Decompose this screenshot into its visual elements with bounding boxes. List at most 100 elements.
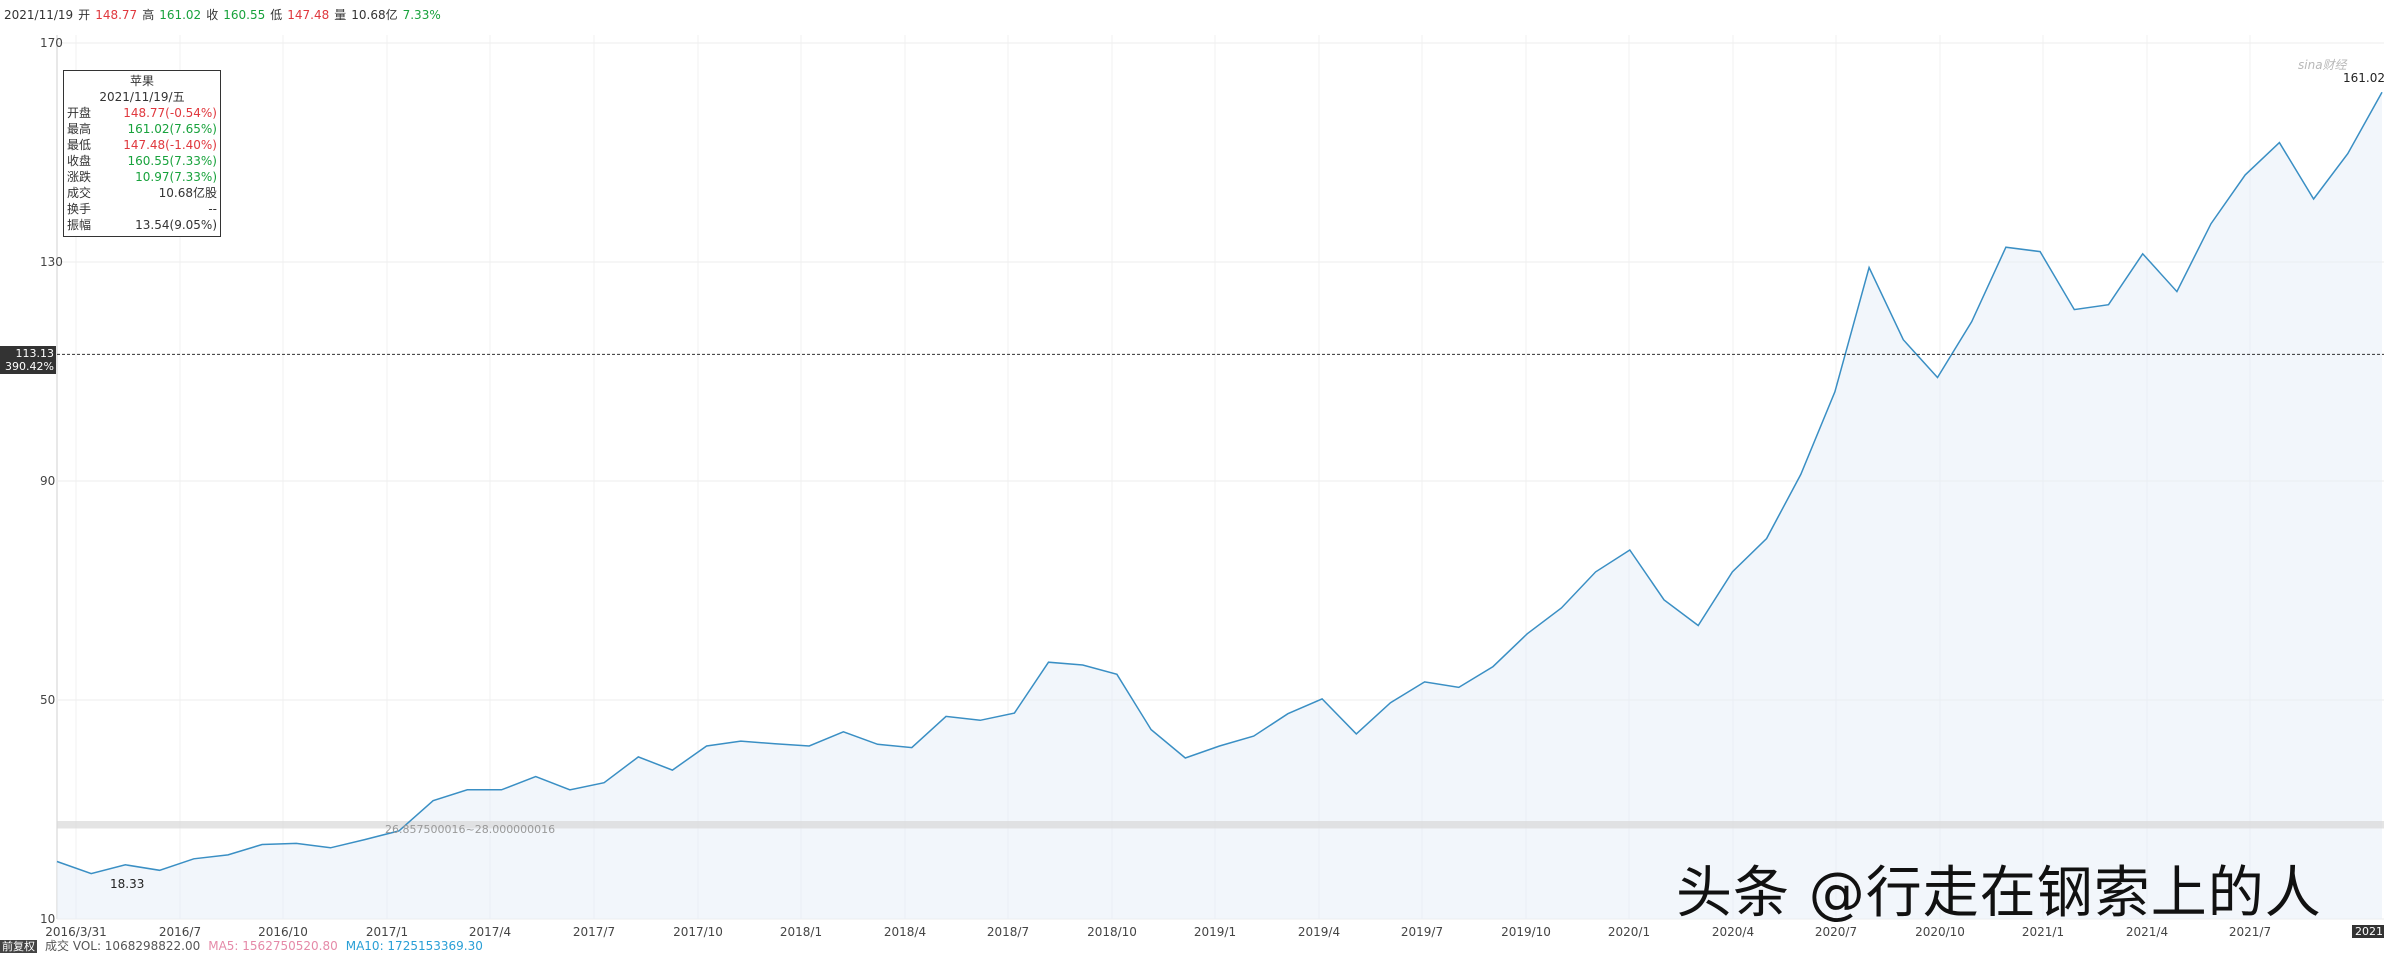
tooltip-row-label: 振幅	[67, 218, 92, 232]
tooltip-row: 开盘 148.77(-0.54%)	[67, 105, 217, 121]
data-point	[159, 869, 161, 871]
price-summary-bar: 2021/11/19 开 148.77 高 161.02 收 160.55 低 147.48 量 1…	[4, 6, 446, 23]
tooltip-rows: 开盘 148.77(-0.54%) 最高 161.02(7.65%) 最低 147.48(…	[67, 105, 217, 233]
data-point	[1458, 686, 1460, 688]
y-tick-label: 50	[40, 693, 56, 707]
crosshair-price-badge: 113.13 390.42%	[0, 346, 56, 375]
data-point	[774, 743, 776, 745]
data-point	[1219, 745, 1221, 747]
data-point	[227, 854, 229, 856]
data-point	[1287, 713, 1289, 715]
low-label: 低	[270, 8, 283, 22]
data-point	[979, 719, 981, 721]
ma5-text: MA5: 1562750520.80	[208, 939, 338, 953]
data-point	[1253, 735, 1255, 737]
data-point	[1355, 733, 1357, 735]
min-price-label: 18.33	[110, 877, 145, 891]
volume-bar: 前复权 成交 VOL: 1068298822.00 MA5: 1562750520.…	[0, 937, 491, 954]
tooltip-row-value: 10.68亿股	[158, 186, 217, 200]
data-point	[535, 776, 537, 778]
data-point	[1731, 571, 1733, 573]
data-point	[945, 715, 947, 717]
tooltip-row-label: 成交	[67, 186, 92, 200]
data-point	[330, 847, 332, 849]
data-point	[1492, 666, 1494, 668]
tooltip-row-value: 13.54(9.05%)	[135, 218, 217, 232]
low-value: 147.48	[287, 8, 330, 22]
data-point	[911, 747, 913, 749]
data-point	[501, 789, 503, 791]
high-value: 161.02	[159, 8, 202, 22]
data-point	[1082, 664, 1084, 666]
data-point	[1560, 607, 1562, 609]
data-point	[261, 844, 263, 846]
data-point	[2005, 246, 2007, 248]
volume-value: 10.68亿	[351, 8, 398, 22]
last-price-label: 161.02	[2343, 71, 2384, 85]
data-point	[1526, 633, 1528, 635]
data-point	[2176, 291, 2178, 293]
x-tick-label: 2018/1	[779, 925, 823, 939]
data-point	[671, 769, 673, 771]
x-tick-label: 2017/7	[572, 925, 616, 939]
data-point	[1834, 391, 1836, 393]
data-point	[1184, 757, 1186, 759]
data-point	[364, 839, 366, 841]
data-point	[2039, 251, 2041, 253]
data-point	[2313, 198, 2315, 200]
open-value: 148.77	[95, 8, 138, 22]
data-point	[706, 745, 708, 747]
data-point	[124, 864, 126, 866]
x-tick-label: 2017/10	[673, 925, 723, 939]
data-point	[877, 743, 879, 745]
sina-logo: sina财经	[2298, 58, 2347, 72]
tooltip-row: 换手 --	[67, 201, 217, 217]
y-tick-label: 10	[40, 912, 56, 926]
tooltip-row-label: 最高	[67, 122, 92, 136]
tooltip-row-label: 收盘	[67, 154, 92, 168]
y-tick-label: 130	[40, 255, 63, 269]
series-area	[57, 92, 2382, 920]
data-point	[2073, 309, 2075, 311]
watermark: 头条 @行走在钢索上的人	[1676, 861, 2322, 926]
tooltip-stock-name: 苹果	[129, 74, 154, 88]
data-point	[1629, 549, 1631, 551]
close-value: 160.55	[223, 8, 266, 22]
data-point	[842, 731, 844, 733]
tooltip-row-value: 161.02(7.65%)	[127, 122, 217, 136]
adjust-toggle[interactable]: 前复权	[0, 940, 37, 953]
data-point	[603, 782, 605, 784]
data-tooltip: 苹果 2021/11/19/五 开盘 148.77(-0.54%) 最高 161.02…	[63, 70, 221, 237]
data-point	[193, 858, 195, 860]
data-point	[637, 756, 639, 758]
tooltip-row-value: 10.97(7.33%)	[135, 170, 217, 184]
data-point	[2278, 142, 2280, 144]
tooltip-row-value: 147.48(-1.40%)	[123, 138, 217, 152]
ma10-text: MA10: 1725153369.30	[345, 939, 483, 953]
y-tick-label: 90	[40, 474, 56, 488]
tooltip-row-label: 最低	[67, 138, 92, 152]
x-tick-label: 2018/10	[1087, 925, 1137, 939]
range-annotation: 26.857500016~28.000000016	[385, 823, 556, 836]
summary-date: 2021/11/19	[4, 8, 74, 22]
data-point	[90, 873, 92, 875]
x-tick-label: 2018/4	[883, 925, 927, 939]
tooltip-row: 最高 161.02(7.65%)	[67, 121, 217, 137]
price-chart[interactable]	[0, 0, 2384, 949]
data-point	[1937, 377, 1939, 379]
tooltip-row: 最低 147.48(-1.40%)	[67, 137, 217, 153]
x-tick-label: 2019/4	[1297, 925, 1341, 939]
data-point	[56, 861, 58, 863]
data-point	[466, 789, 468, 791]
x-tick-label: 2019/1	[1193, 925, 1237, 939]
tooltip-row: 成交 10.68亿股	[67, 185, 217, 201]
data-point	[1971, 321, 1973, 323]
data-point	[1595, 571, 1597, 573]
change-pct: 7.33%	[402, 8, 441, 22]
data-point	[740, 740, 742, 742]
x-tick-label: 2019/10	[1501, 925, 1551, 939]
data-point	[1150, 729, 1152, 731]
data-point	[1868, 267, 1870, 269]
data-point	[2381, 91, 2383, 93]
data-point	[1013, 712, 1015, 714]
